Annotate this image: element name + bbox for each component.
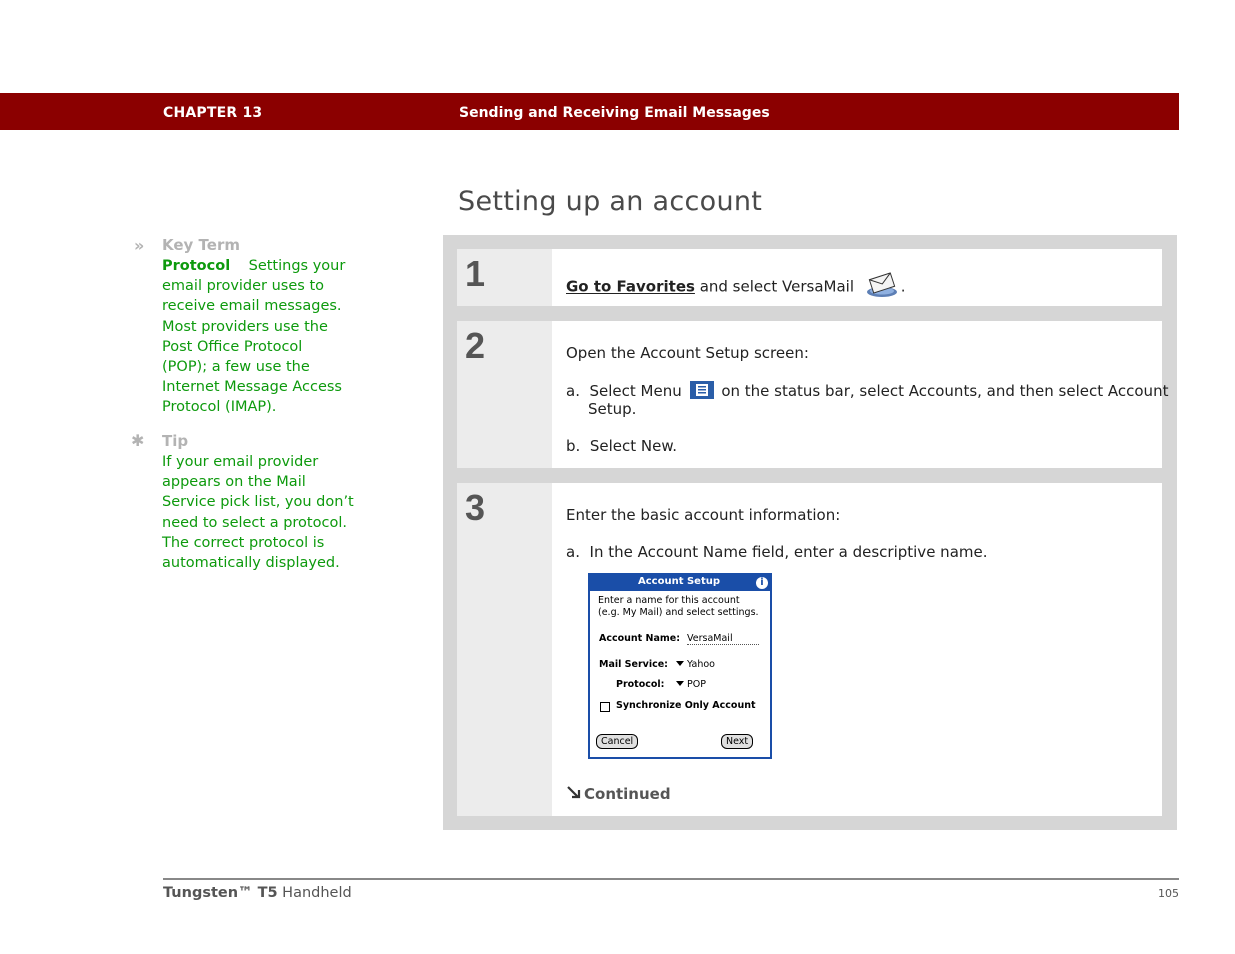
tip-text: If your email provider appears on the Ma… — [162, 452, 362, 573]
step-1: 1 Go to Favorites and select VersaMail . — [457, 249, 1162, 306]
account-setup-title-bar: Account Setup i — [590, 575, 770, 591]
key-term-line: email provider uses to — [162, 278, 325, 295]
step-body: Enter the basic account information: a. … — [566, 483, 1148, 816]
key-term-word: Protocol — [162, 258, 231, 274]
chevron-down-icon — [676, 681, 684, 686]
page-title: Setting up an account — [458, 186, 763, 217]
substep-text: Select Menu — [589, 382, 682, 400]
go-to-favorites-link[interactable]: Go to Favorites — [566, 278, 695, 296]
step-number: 2 — [465, 325, 486, 366]
substep-text: In the Account Name field, enter a descr… — [589, 543, 988, 561]
substep-label: a. — [566, 382, 580, 400]
chapter-header-band: CHAPTER 13 Sending and Receiving Email M… — [0, 93, 1179, 130]
key-term-line: Protocol (IMAP). — [162, 399, 277, 416]
step-3: 3 Enter the basic account information: a… — [457, 483, 1162, 816]
account-setup-screen: Account Setup i Enter a name for this ac… — [588, 573, 772, 759]
tip-line: need to select a protocol. — [162, 514, 347, 531]
step-text: and select VersaMail — [694, 277, 854, 296]
chapter-title: Sending and Receiving Email Messages — [459, 105, 770, 121]
protocol-picker[interactable]: POP — [674, 679, 706, 690]
key-term-heading: Key Term — [162, 236, 240, 254]
key-term-line: Settings your — [248, 258, 346, 274]
next-button[interactable]: Next — [721, 734, 754, 749]
substep-text: Select New. — [589, 437, 677, 455]
account-name-label: Account Name: — [599, 633, 681, 644]
key-term-line: Post Office Protocol — [162, 338, 303, 355]
key-term-definition: Protocol Settings your email provider us… — [162, 256, 362, 418]
protocol-label: Protocol: — [616, 679, 665, 690]
step-number-cell: 3 — [457, 483, 552, 816]
substep-text: Setup. — [588, 400, 637, 418]
info-icon[interactable]: i — [756, 577, 768, 589]
step-2: 2 Open the Account Setup screen: a. Sele… — [457, 321, 1168, 468]
steps-box: 1 Go to Favorites and select VersaMail . — [443, 235, 1177, 830]
versamail-envelope-icon — [865, 272, 899, 302]
tip-heading: Tip — [162, 432, 189, 450]
step-intro: Open the Account Setup screen: — [566, 344, 809, 362]
substep-label: a. — [566, 543, 580, 561]
step-number: 1 — [465, 253, 486, 294]
footer-product-name: Tungsten™ T5 — [163, 885, 278, 901]
step-suffix: . — [900, 277, 906, 296]
substep-text: on the status bar, select Accounts, and … — [721, 382, 1169, 400]
continued-label: Continued — [584, 785, 671, 803]
step-number-cell: 1 — [457, 249, 552, 306]
instructions-line: (e.g. My Mail) and select settings. — [598, 607, 759, 618]
mail-service-label: Mail Service: — [599, 659, 668, 670]
key-term-line: Internet Message Access — [162, 379, 342, 396]
sync-label: Synchronize Only Account — [616, 700, 756, 711]
tip-line: The correct protocol is — [162, 534, 325, 551]
step-intro: Enter the basic account information: — [566, 506, 841, 524]
key-term-line: Most providers use the — [162, 318, 328, 335]
tip-line: Service pick list, you don’t — [162, 494, 354, 511]
chapter-label: CHAPTER 13 — [163, 105, 263, 121]
page-number: 105 — [1158, 887, 1179, 900]
cancel-button[interactable]: Cancel — [596, 734, 639, 749]
step-number: 3 — [465, 487, 486, 528]
tip-line: automatically displayed. — [162, 555, 340, 572]
chevron-down-icon — [676, 661, 684, 666]
tip-asterisk-icon: ✱ — [131, 431, 145, 450]
key-term-line: receive email messages. — [162, 298, 342, 315]
mail-service-picker[interactable]: Yahoo — [674, 659, 715, 670]
tip-line: appears on the Mail — [162, 474, 306, 491]
sync-checkbox[interactable] — [600, 702, 610, 712]
step-number-cell: 2 — [457, 321, 552, 468]
key-term-line: (POP); a few use the — [162, 359, 310, 376]
footer-product-suffix: Handheld — [277, 885, 352, 901]
footer-product: Tungsten™ T5 Handheld — [163, 885, 352, 901]
tip-line: If your email provider — [162, 454, 319, 470]
substep-label: b. — [566, 437, 581, 455]
instructions-line: Enter a name for this account — [598, 595, 740, 606]
continued-indicator: Continued — [566, 785, 671, 805]
menu-icon — [689, 381, 714, 403]
footer-rule — [163, 878, 1179, 880]
continued-arrow-icon — [566, 785, 584, 805]
account-setup-title: Account Setup — [638, 576, 721, 587]
key-term-marker-icon: » — [134, 236, 145, 255]
account-name-field[interactable]: VersaMail — [687, 633, 759, 645]
